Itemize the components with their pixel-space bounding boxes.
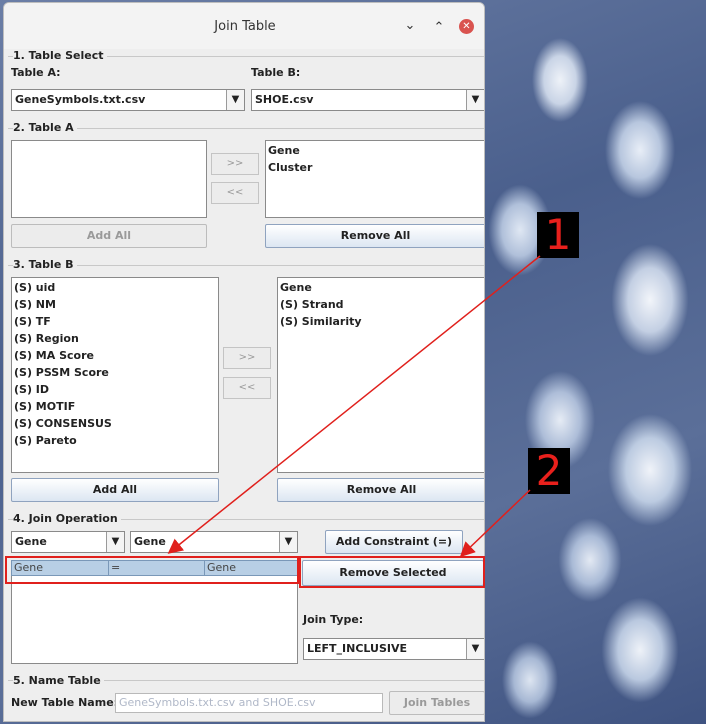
annotation-arrow-1 xyxy=(167,255,541,554)
annotation-arrow-2 xyxy=(459,489,531,558)
annotation-arrows xyxy=(167,255,541,558)
